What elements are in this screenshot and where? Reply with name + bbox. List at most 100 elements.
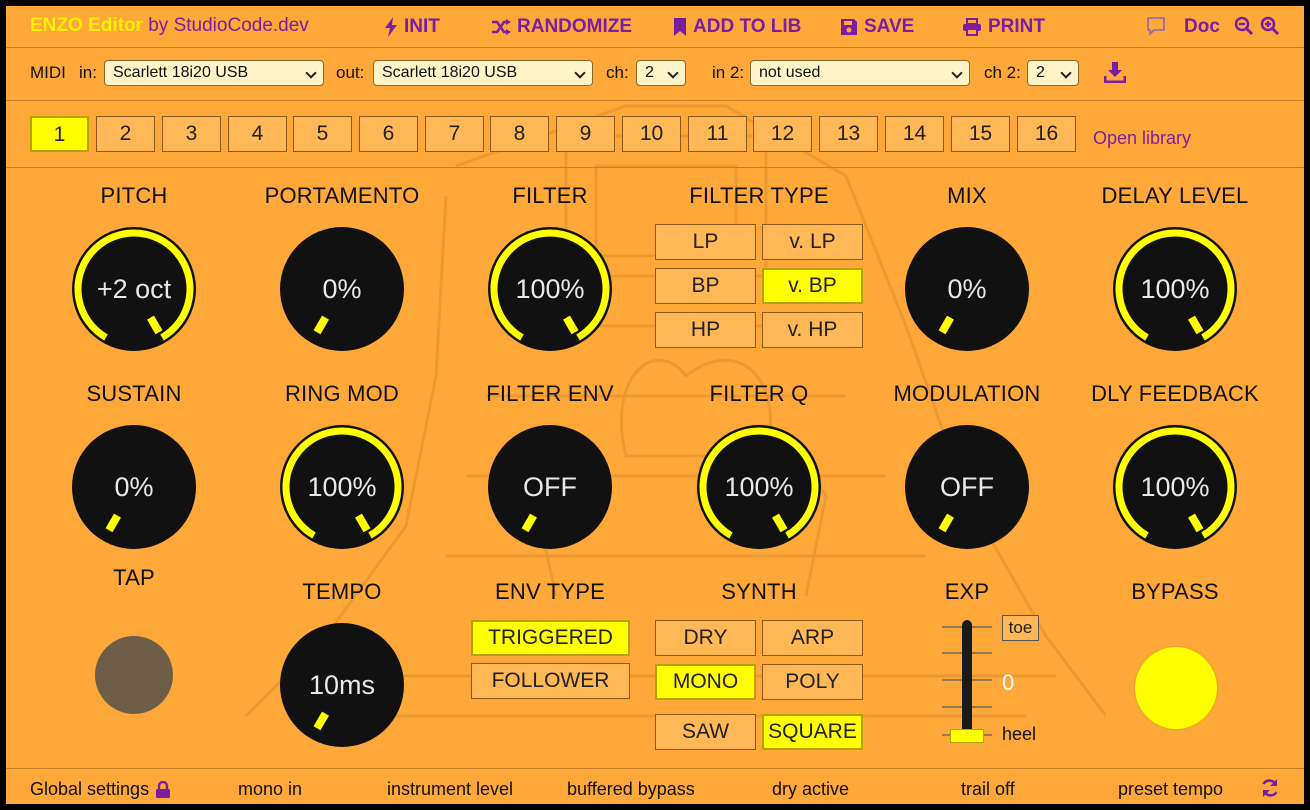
app-title: ENZO Editor	[30, 15, 143, 36]
filter-type-v-bp[interactable]: v. BP	[762, 268, 863, 304]
filter-type-lp[interactable]: LP	[655, 224, 756, 260]
tempo-title: TEMPO	[302, 579, 382, 604]
env-type-follower[interactable]: FOLLOWER	[471, 663, 630, 699]
modulation-knob[interactable]: OFF	[902, 422, 1032, 552]
save-label: SAVE	[864, 16, 915, 37]
save-button[interactable]: SAVE	[840, 16, 914, 38]
exp-toe-button[interactable]: toe	[1002, 615, 1039, 641]
dry-active-setting[interactable]: dry active	[772, 779, 849, 800]
tap-button[interactable]	[95, 636, 173, 714]
trail-off-setting[interactable]: trail off	[961, 779, 1015, 800]
preset-tempo-setting[interactable]: preset tempo	[1118, 779, 1223, 800]
preset-button-15[interactable]: 15	[951, 116, 1010, 152]
midi-ch-select[interactable]: 2	[636, 60, 686, 86]
preset-button-14[interactable]: 14	[885, 116, 944, 152]
filter-knob[interactable]: 100%	[485, 224, 615, 354]
filter-type-hp[interactable]: HP	[655, 312, 756, 348]
preset-button-6[interactable]: 6	[359, 116, 418, 152]
open-library-link[interactable]: Open library	[1093, 128, 1191, 149]
synth-mode-arp[interactable]: ARP	[762, 620, 863, 656]
filter-type-bp[interactable]: BP	[655, 268, 756, 304]
filter-type-v-lp[interactable]: v. LP	[762, 224, 863, 260]
init-label: INIT	[404, 16, 440, 37]
preset-button-7[interactable]: 7	[425, 116, 484, 152]
add-to-lib-button[interactable]: ADD TO LIB	[673, 16, 801, 38]
sustain-knob[interactable]: 0%	[69, 422, 199, 552]
filter-env-title: FILTER ENV	[486, 381, 614, 406]
print-button[interactable]: PRINT	[962, 16, 1045, 38]
exp-heel-button[interactable]: heel	[1002, 724, 1036, 745]
midi-in-select[interactable]: Scarlett 18i20 USB	[104, 60, 324, 86]
instrument-level-setting[interactable]: instrument level	[387, 779, 513, 800]
env-type-title: ENV TYPE	[494, 579, 605, 604]
app-window: ENZO Editor by StudioCode.dev INIT RANDO…	[6, 6, 1304, 804]
preset-button-9[interactable]: 9	[556, 116, 615, 152]
preset-button-16[interactable]: 16	[1017, 116, 1076, 152]
midi-in-label: in:	[79, 63, 97, 82]
buffered-bypass-setting[interactable]: buffered bypass	[567, 779, 695, 800]
footer-global-settings: Global settings mono in instrument level…	[6, 768, 1304, 804]
tempo-knob[interactable]: 10ms	[277, 620, 407, 750]
ring-mod-knob[interactable]: 100%	[277, 422, 407, 552]
preset-button-12[interactable]: 12	[753, 116, 812, 152]
preset-button-11[interactable]: 11	[688, 116, 747, 152]
bypass-button[interactable]	[1135, 647, 1217, 729]
comment-button[interactable]	[1146, 16, 1166, 36]
filter-type-v-hp[interactable]: v. HP	[762, 312, 863, 348]
knob-value: 100%	[515, 274, 585, 304]
exp-title: EXP	[944, 579, 990, 604]
zoom-in-button[interactable]	[1260, 16, 1280, 36]
sustain-title: SUSTAIN	[86, 381, 182, 406]
comment-icon	[1147, 17, 1165, 36]
download-button[interactable]	[1103, 61, 1127, 88]
preset-row: 1 2 3 4 5 6 7 8 9 10 11 12 13 14 15 16 Open library	[6, 102, 1304, 168]
preset-button-4[interactable]: 4	[228, 116, 287, 152]
pitch-knob[interactable]: +2 oct	[69, 224, 199, 354]
filter-q-title: FILTER Q	[709, 381, 809, 406]
refresh-button[interactable]	[1260, 778, 1280, 803]
synth-wave-square[interactable]: SQUARE	[762, 714, 863, 750]
preset-button-10[interactable]: 10	[622, 116, 681, 152]
preset-button-2[interactable]: 2	[96, 116, 155, 152]
exp-slider-handle[interactable]	[950, 729, 984, 743]
global-settings-button[interactable]: Global settings	[30, 779, 171, 800]
author-link[interactable]: StudioCode.dev	[174, 15, 309, 36]
portamento-knob[interactable]: 0%	[277, 224, 407, 354]
knob-value: 0%	[947, 274, 987, 304]
shuffle-icon	[492, 19, 511, 35]
delay-level-knob[interactable]: 100%	[1110, 224, 1240, 354]
midi-ch2-select[interactable]: 2	[1027, 60, 1079, 86]
midi-ch2-label: ch 2:	[984, 63, 1021, 82]
preset-button-1[interactable]: 1	[30, 116, 89, 152]
synth-mode-dry[interactable]: DRY	[655, 620, 756, 656]
delay-level-title: DELAY LEVEL	[1101, 183, 1249, 208]
filter-q-knob[interactable]: 100%	[694, 422, 824, 552]
midi-out-select[interactable]: Scarlett 18i20 USB	[373, 60, 593, 86]
top-toolbar: ENZO Editor by StudioCode.dev INIT RANDO…	[6, 6, 1304, 48]
synth-mode-poly[interactable]: POLY	[762, 664, 863, 700]
synth-wave-saw[interactable]: SAW	[655, 714, 756, 750]
exp-slider-track[interactable]	[962, 620, 972, 736]
midi-settings-row: MIDI in: Scarlett 18i20 USB out: Scarlet…	[6, 49, 1304, 101]
init-button[interactable]: INIT	[384, 16, 440, 38]
modulation-title: MODULATION	[893, 381, 1041, 406]
zoom-out-button[interactable]	[1234, 16, 1254, 36]
doc-link[interactable]: Doc	[1184, 16, 1220, 38]
env-type-triggered[interactable]: TRIGGERED	[471, 620, 630, 656]
preset-button-3[interactable]: 3	[162, 116, 221, 152]
preset-button-8[interactable]: 8	[490, 116, 549, 152]
zoom-in-icon	[1260, 16, 1280, 36]
midi-in2-label: in 2:	[712, 63, 745, 82]
preset-button-13[interactable]: 13	[819, 116, 878, 152]
print-label: PRINT	[988, 16, 1045, 37]
mono-in-setting[interactable]: mono in	[238, 779, 302, 800]
midi-in2-select[interactable]: not used	[750, 60, 970, 86]
dly-feedback-knob[interactable]: 100%	[1110, 422, 1240, 552]
randomize-button[interactable]: RANDOMIZE	[491, 16, 632, 38]
preset-button-5[interactable]: 5	[293, 116, 352, 152]
brand-by: by	[148, 15, 169, 36]
knob-value: 10ms	[308, 670, 376, 700]
filter-env-knob[interactable]: OFF	[485, 422, 615, 552]
synth-mode-mono[interactable]: MONO	[655, 664, 756, 700]
mix-knob[interactable]: 0%	[902, 224, 1032, 354]
